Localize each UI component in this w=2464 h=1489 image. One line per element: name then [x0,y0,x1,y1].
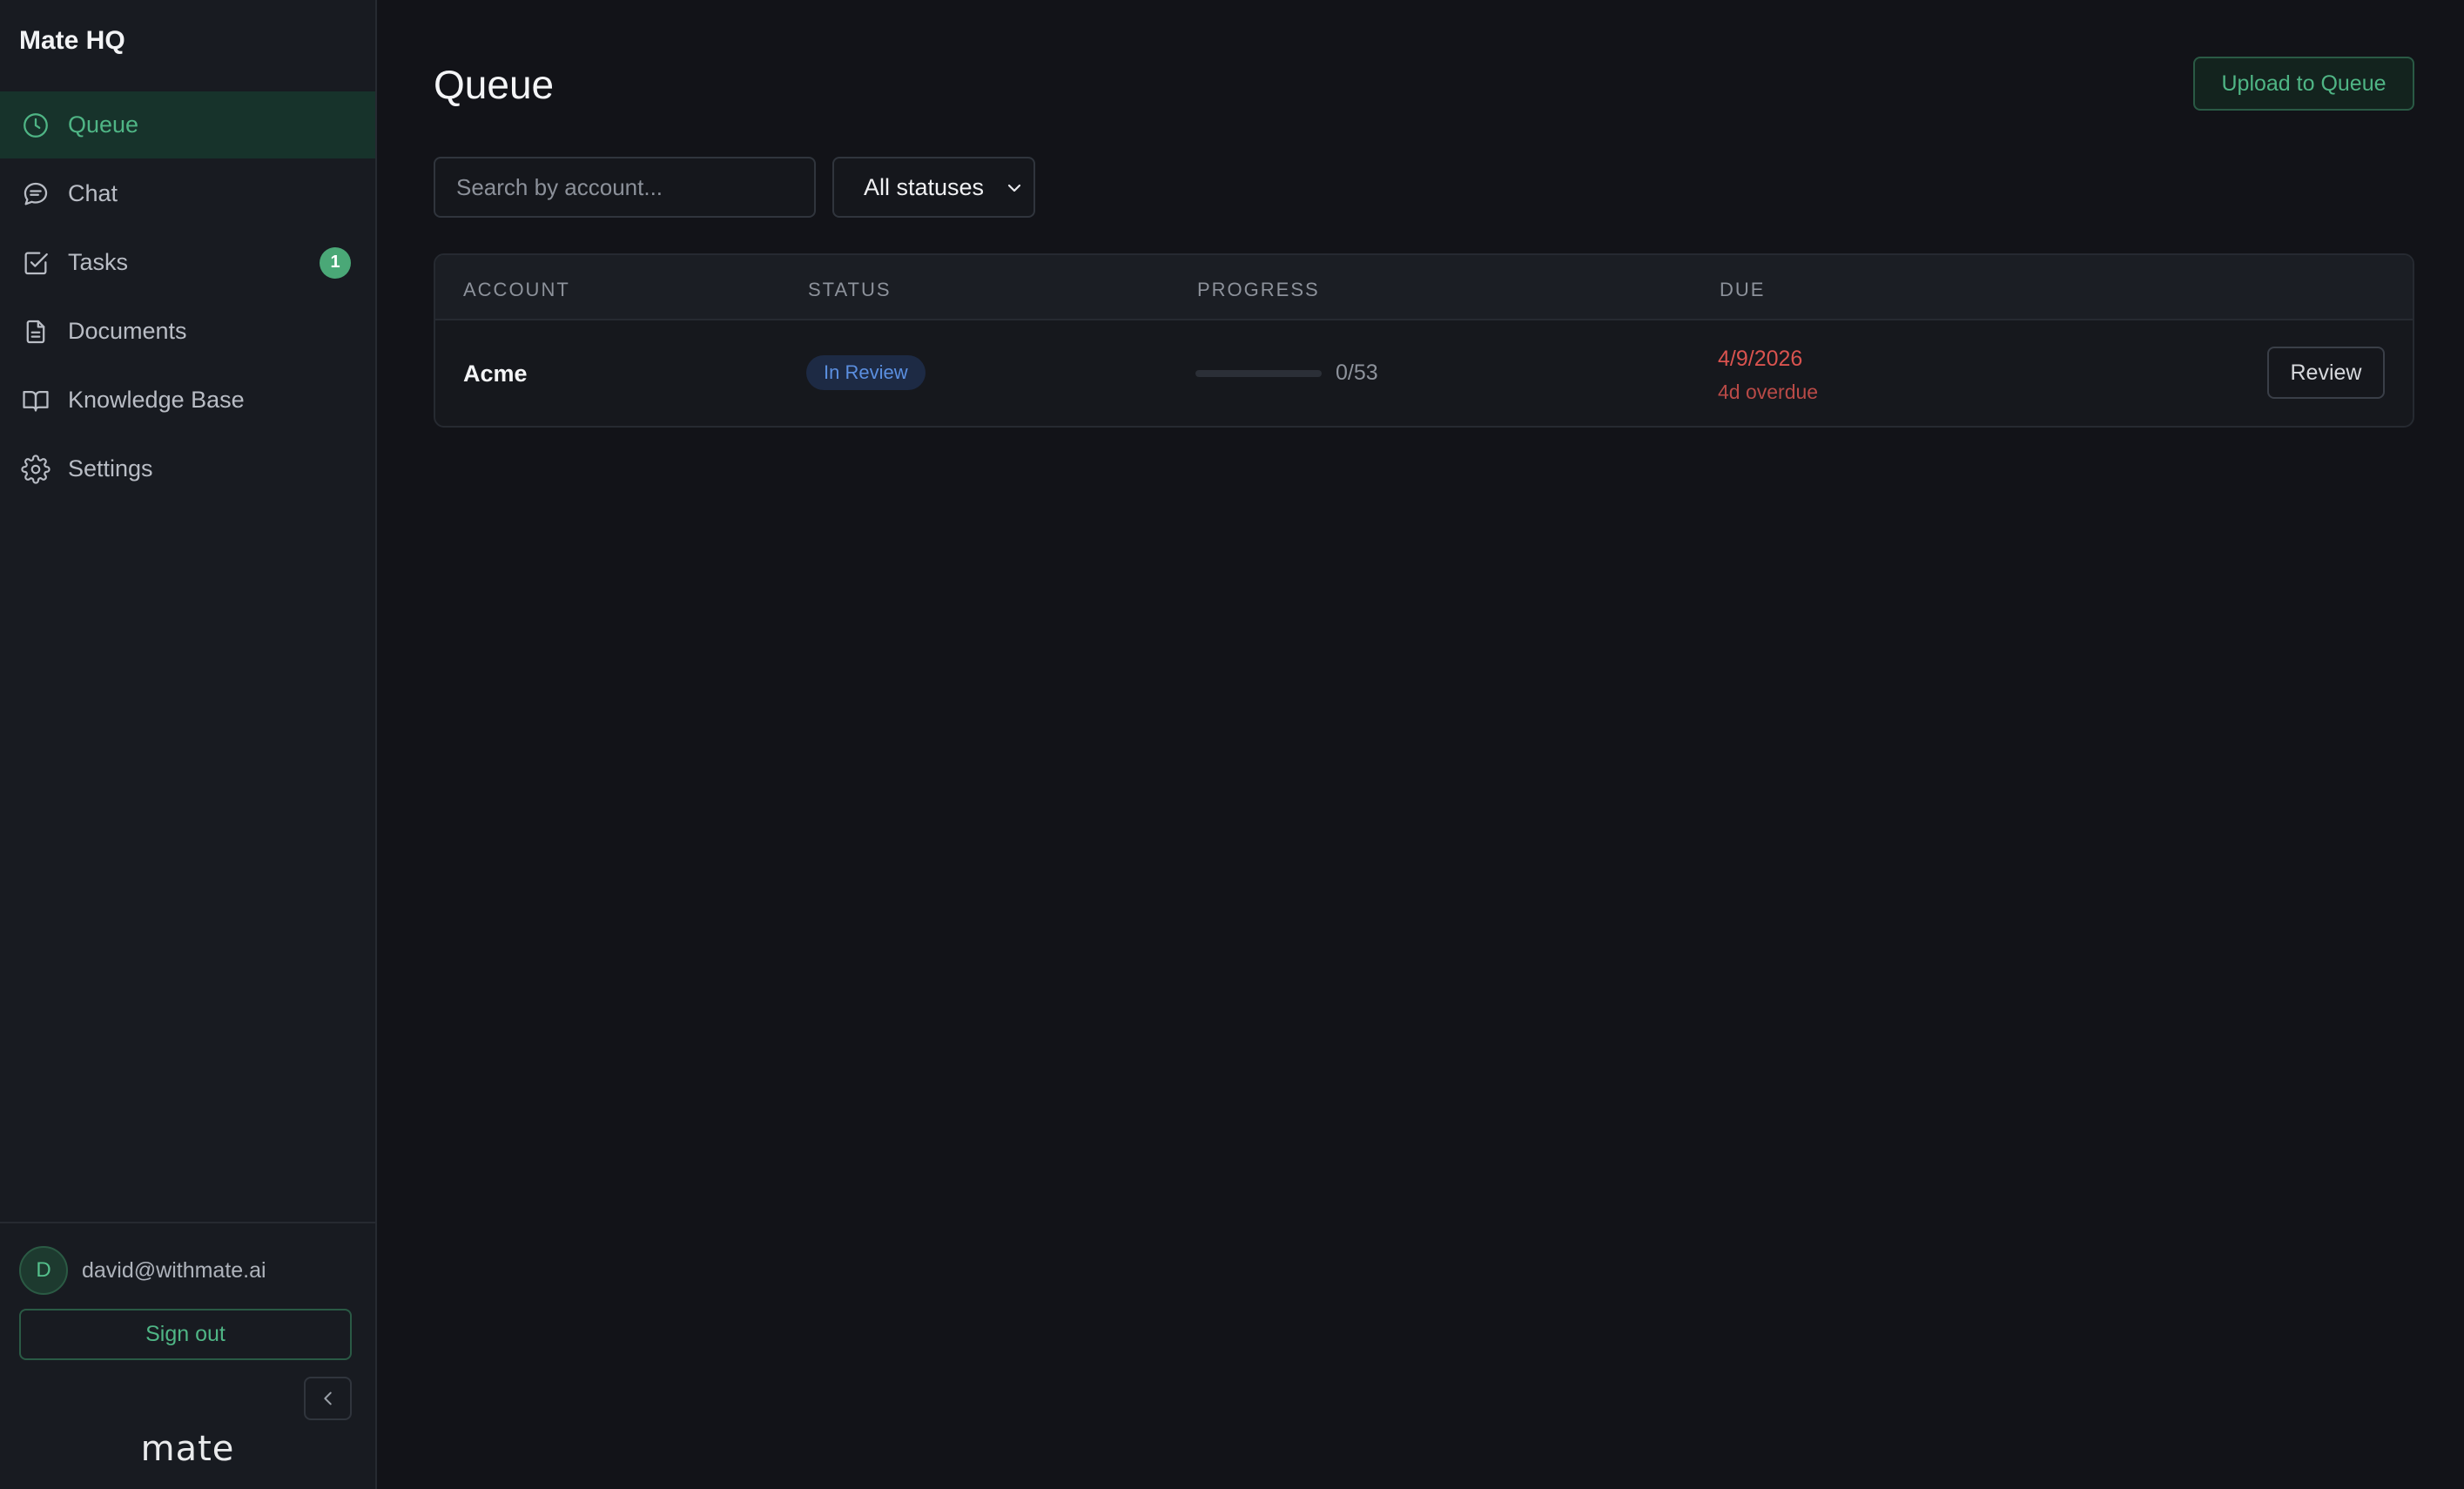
document-icon [21,317,50,347]
sidebar-nav: Queue Chat Tasks 1 Documents Knowledge B… [0,91,375,504]
checkbox-icon [21,248,50,278]
account-name: Acme [463,360,528,387]
book-icon [21,386,50,415]
sidebar-item-label: Queue [68,111,139,138]
overdue-note: 4d overdue [1718,381,1819,403]
progress-text: 0/53 [1336,360,1378,385]
mate-logo: mate [140,1429,235,1469]
sidebar-item-tasks[interactable]: Tasks 1 [0,229,375,296]
chat-bubble-icon [21,179,50,209]
table-row: Acme In Review 0/53 4/9/2026 4d overdue … [435,320,2413,426]
app-brand: Mate HQ [19,26,125,55]
gear-icon [21,454,50,484]
column-header-due: DUE [1720,279,1766,300]
column-header-account: ACCOUNT [463,279,570,300]
table-header: ACCOUNT STATUS PROGRESS DUE [435,255,2413,320]
sidebar: Mate HQ Queue Chat Tasks 1 Documents Kno… [0,0,377,1489]
search-input[interactable] [434,157,816,218]
sign-out-button[interactable]: Sign out [19,1309,352,1360]
page-title: Queue [434,62,555,107]
review-button[interactable]: Review [2267,347,2385,399]
due-info: 4/9/2026 4d overdue [1718,347,1818,404]
sidebar-item-settings[interactable]: Settings [0,435,375,502]
status-badge: In Review [806,355,926,390]
app-shell: Mate HQ Queue Chat Tasks 1 Documents Kno… [0,0,2464,1489]
sidebar-item-label: Knowledge Base [68,387,245,413]
user-email: david@withmate.ai [82,1257,266,1283]
status-filter-select[interactable]: All statuses [832,157,1035,218]
upload-to-queue-button[interactable]: Upload to Queue [2193,57,2414,111]
column-header-progress: PROGRESS [1197,279,1320,300]
sidebar-item-documents[interactable]: Documents [0,298,375,365]
chevron-down-icon [1007,184,1021,192]
progress-indicator: 0/53 [1195,360,1378,386]
due-date: 4/9/2026 [1718,347,1803,371]
sidebar-item-label: Tasks [68,249,129,275]
main-content: Queue Upload to Queue All statuses ACCOU… [377,0,2464,1489]
user-info: D david@withmate.ai [19,1246,266,1295]
sidebar-item-queue[interactable]: Queue [0,91,375,158]
sidebar-item-label: Chat [68,180,118,206]
collapse-sidebar-button[interactable] [304,1377,352,1420]
avatar: D [19,1246,68,1295]
sidebar-item-knowledge-base[interactable]: Knowledge Base [0,367,375,434]
chevron-left-icon [323,1391,332,1405]
clock-icon [21,111,50,140]
progress-bar [1195,369,1322,377]
tasks-count-badge: 1 [320,246,351,279]
sidebar-item-label: Settings [68,455,153,482]
sidebar-footer: D david@withmate.ai Sign out mate [0,1222,375,1489]
sidebar-item-chat[interactable]: Chat [0,160,375,227]
status-filter-value: All statuses [864,173,985,200]
column-header-status: STATUS [808,279,892,300]
queue-table: ACCOUNT STATUS PROGRESS DUE Acme In Revi… [434,253,2414,428]
sidebar-item-label: Documents [68,318,187,344]
